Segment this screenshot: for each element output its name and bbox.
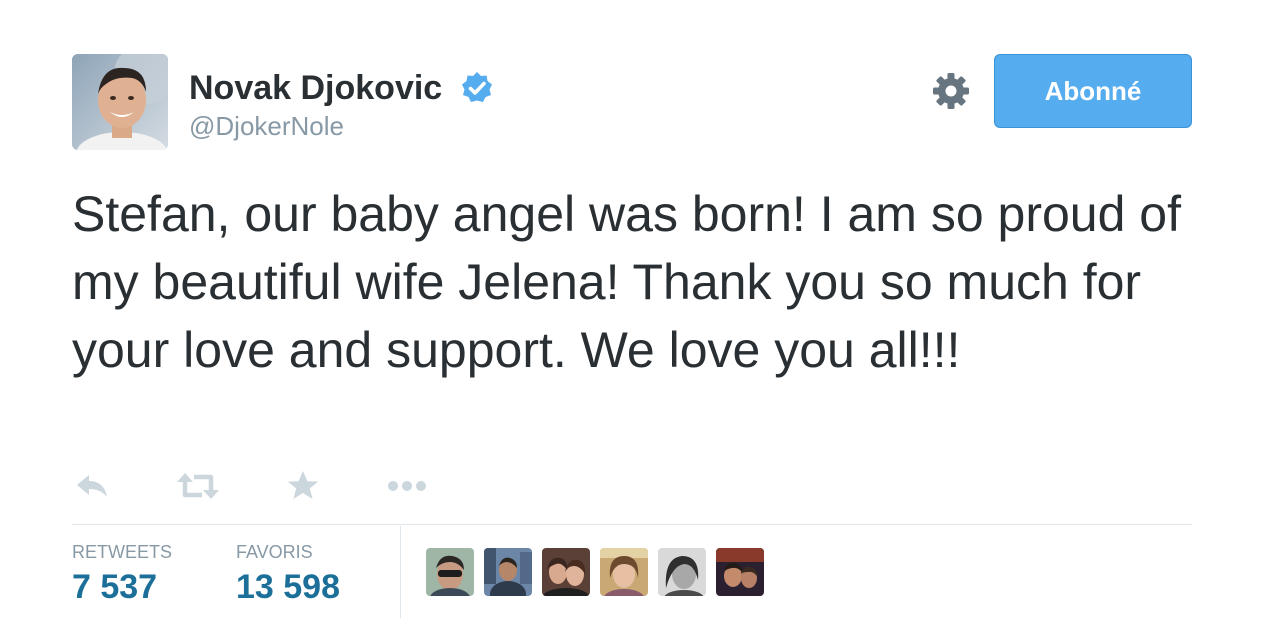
more-icon[interactable] — [386, 469, 428, 503]
avatar-image — [716, 548, 764, 596]
favoriter-avatar[interactable] — [484, 548, 532, 596]
user-handle[interactable]: @DjokerNole — [189, 110, 344, 142]
display-name[interactable]: Novak Djokovic — [189, 68, 442, 108]
favorites-label[interactable]: FAVORIS — [236, 541, 313, 563]
retweets-label[interactable]: RETWEETS — [72, 541, 172, 563]
verified-badge-icon — [462, 72, 492, 102]
stats-divider — [72, 524, 1192, 525]
avatar-image — [542, 548, 590, 596]
stats-separator — [400, 526, 401, 618]
favorite-icon[interactable] — [286, 469, 320, 503]
retweets-count[interactable]: 7 537 — [72, 566, 157, 608]
avatar-image — [72, 54, 168, 150]
favoriter-avatar[interactable] — [716, 548, 764, 596]
retweet-icon[interactable] — [176, 469, 220, 503]
favoriter-avatar[interactable] — [600, 548, 648, 596]
favorites-count[interactable]: 13 598 — [236, 566, 340, 608]
favoriter-avatar[interactable] — [426, 548, 474, 596]
favoriter-avatar[interactable] — [542, 548, 590, 596]
avatar-image — [484, 548, 532, 596]
following-button[interactable]: Abonné — [994, 54, 1192, 128]
tweet-text: Stefan, our baby angel was born! I am so… — [72, 186, 1182, 378]
reply-icon[interactable] — [74, 469, 110, 503]
gear-icon[interactable] — [931, 71, 971, 111]
favoriter-avatar[interactable] — [658, 548, 706, 596]
user-avatar[interactable] — [72, 54, 168, 150]
avatar-image — [658, 548, 706, 596]
avatar-image — [426, 548, 474, 596]
avatar-image — [600, 548, 648, 596]
